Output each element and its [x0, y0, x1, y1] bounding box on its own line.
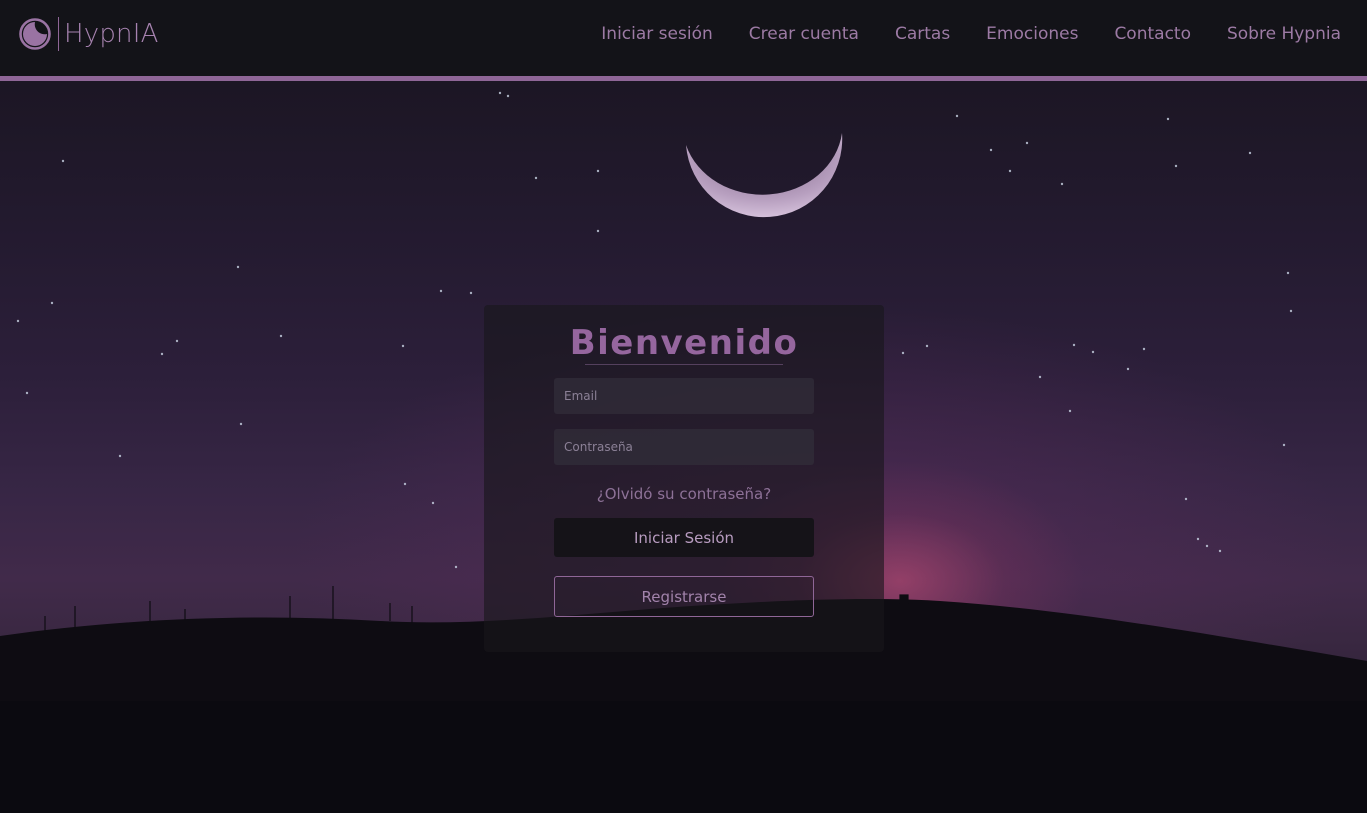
crescent-moon-icon — [686, 133, 843, 218]
star — [61, 159, 65, 163]
star — [1072, 343, 1076, 347]
navbar: HypnIA Iniciar sesión Crear cuenta Carta… — [0, 0, 1367, 76]
star — [1289, 309, 1293, 313]
star — [454, 565, 458, 569]
star — [1282, 443, 1286, 447]
star — [1068, 409, 1072, 413]
star — [469, 291, 473, 295]
star — [401, 344, 405, 348]
brand[interactable]: HypnIA — [18, 16, 159, 52]
star — [1142, 347, 1146, 351]
star — [925, 344, 929, 348]
star — [175, 339, 179, 343]
star — [1025, 141, 1029, 145]
star — [534, 176, 538, 180]
star — [403, 482, 407, 486]
star — [16, 319, 20, 323]
star — [989, 148, 993, 152]
star — [1248, 151, 1252, 155]
login-card: Bienvenido ¿Olvidó su contraseña? Inicia… — [484, 305, 884, 652]
star — [1218, 549, 1222, 553]
star — [1008, 169, 1012, 173]
foreground-ground — [0, 701, 1367, 813]
nav-link-iniciar-sesion[interactable]: Iniciar sesión — [601, 22, 712, 46]
nav-link-emociones[interactable]: Emociones — [986, 22, 1078, 46]
forgot-password-link[interactable]: ¿Olvidó su contraseña? — [484, 485, 884, 503]
star — [160, 352, 164, 356]
star — [1286, 271, 1290, 275]
nav-link-contacto[interactable]: Contacto — [1114, 22, 1191, 46]
star — [955, 114, 959, 118]
star — [50, 301, 54, 305]
star — [1166, 117, 1170, 121]
star — [901, 351, 905, 355]
star — [498, 91, 502, 95]
nav-link-crear-cuenta[interactable]: Crear cuenta — [749, 22, 859, 46]
login-button[interactable]: Iniciar Sesión — [554, 518, 814, 557]
brand-name: HypnIA — [64, 19, 159, 49]
star — [1196, 537, 1200, 541]
star — [431, 501, 435, 505]
nav-link-cartas[interactable]: Cartas — [895, 22, 950, 46]
star — [1205, 544, 1209, 548]
star — [1038, 375, 1042, 379]
nav-link-sobre-hypnia[interactable]: Sobre Hypnia — [1227, 22, 1341, 46]
brand-divider — [58, 17, 59, 51]
star — [279, 334, 283, 338]
star — [596, 169, 600, 173]
moon-face-icon — [19, 18, 51, 50]
star — [1126, 367, 1130, 371]
register-button[interactable]: Registrarse — [554, 576, 814, 617]
star — [439, 289, 443, 293]
star — [596, 229, 600, 233]
star — [118, 454, 122, 458]
star — [1060, 182, 1064, 186]
password-field[interactable] — [554, 429, 814, 465]
star — [236, 265, 240, 269]
star — [25, 391, 29, 395]
login-title: Bienvenido — [569, 323, 799, 363]
star — [506, 94, 510, 98]
star — [1091, 350, 1095, 354]
star — [1174, 164, 1178, 168]
title-underline — [585, 364, 783, 365]
star — [239, 422, 243, 426]
star — [1184, 497, 1188, 501]
email-field[interactable] — [554, 378, 814, 414]
nav-links: Iniciar sesión Crear cuenta Cartas Emoci… — [601, 22, 1341, 46]
